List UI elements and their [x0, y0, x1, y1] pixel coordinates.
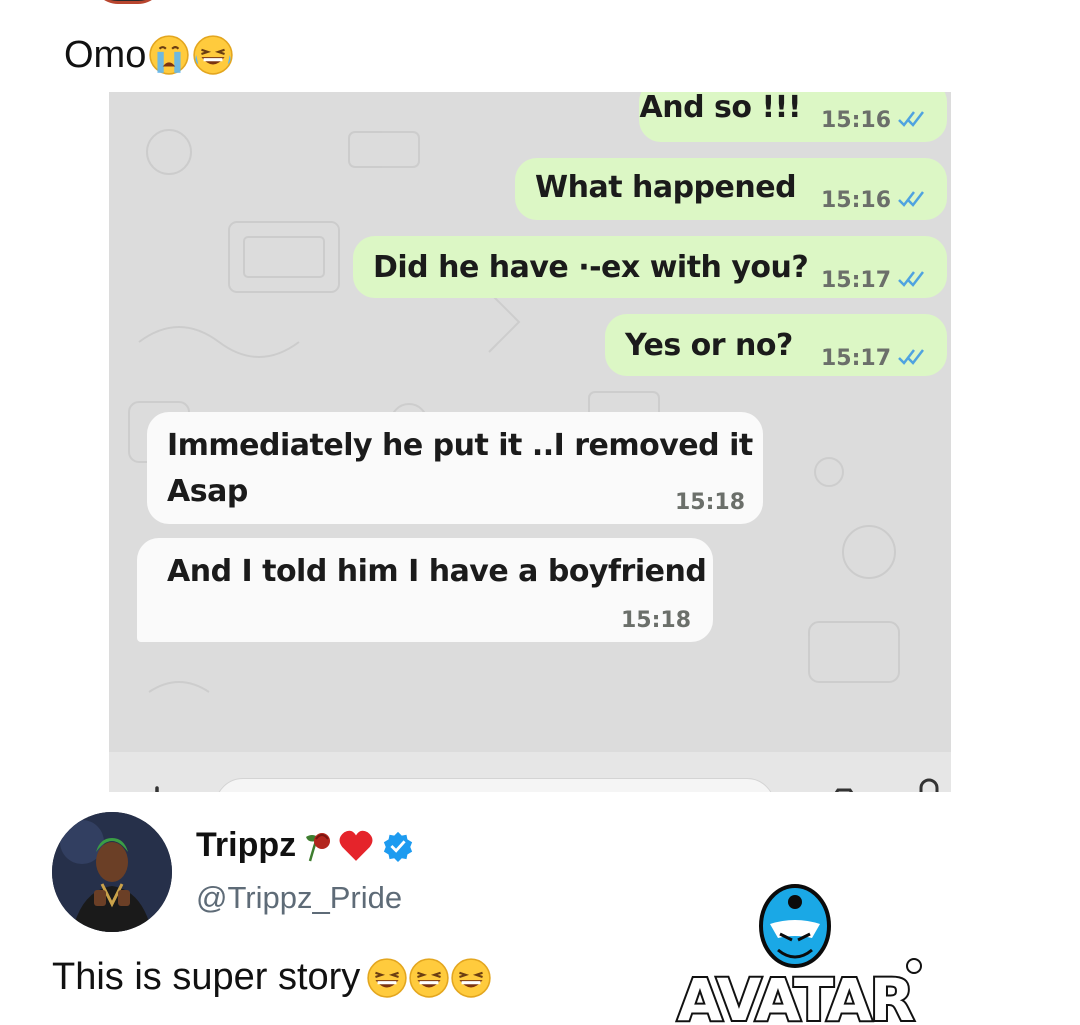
- outgoing-message: Yes or no? 15:17: [605, 314, 947, 376]
- read-ticks-icon: [898, 111, 924, 127]
- laughing-face-icon: [451, 957, 491, 998]
- message-time: 15:16: [821, 188, 892, 213]
- sticker-icon[interactable]: [709, 790, 749, 792]
- message-input-bar: [109, 752, 951, 792]
- outgoing-message: Did he have ·-ex with you? 15:17: [353, 236, 947, 298]
- read-ticks-icon: [898, 349, 924, 365]
- camera-icon[interactable]: [817, 786, 871, 792]
- laughing-face-icon: [367, 957, 407, 998]
- message-text: And I told him I have a boyfriend: [167, 554, 707, 589]
- outgoing-message: What happened 15:16: [515, 158, 947, 220]
- message-text: Yes or no?: [625, 328, 793, 363]
- read-ticks-icon: [898, 271, 924, 287]
- message-time: 15:18: [675, 490, 746, 515]
- incoming-message: Immediately he put it ..I removed it Asa…: [147, 412, 763, 524]
- read-ticks-icon: [898, 191, 924, 207]
- message-text: And so !!!: [639, 92, 802, 125]
- previous-avatar-edge: [92, 0, 164, 4]
- message-text: What happened: [535, 170, 797, 205]
- message-time: 15:16: [821, 108, 892, 133]
- message-text-line-2: Asap: [167, 474, 248, 509]
- wilted-rose-icon: [306, 832, 331, 861]
- reply-handle[interactable]: @Trippz_Pride: [196, 880, 402, 916]
- post-caption: Omo: [64, 32, 234, 78]
- reply-text-content: This is super story: [52, 956, 361, 998]
- crying-face-icon: [149, 35, 190, 75]
- laughing-face-icon: [409, 957, 449, 998]
- caption-emojis: [148, 34, 234, 76]
- watermark-text: AVATAR: [678, 966, 914, 1025]
- message-text-line-1: Immediately he put it ..I removed it: [167, 428, 753, 463]
- message-time: 15:17: [821, 268, 892, 293]
- chat-screenshot: And so !!! 15:16 What happened 15:16 Did…: [109, 92, 951, 792]
- outgoing-message: And so !!! 15:16: [639, 92, 947, 142]
- plus-icon[interactable]: [135, 784, 179, 792]
- reply-display-name[interactable]: Trippz: [196, 826, 414, 865]
- red-heart-icon: [339, 830, 373, 861]
- reply-text: This is super story: [52, 956, 492, 999]
- display-name-text: Trippz: [196, 826, 297, 864]
- caption-text: Omo: [64, 34, 147, 76]
- verified-badge-icon: [383, 831, 413, 862]
- laughing-face-icon: [193, 35, 234, 75]
- reply-avatar[interactable]: [52, 812, 172, 932]
- message-text: Did he have ·-ex with you?: [373, 250, 809, 285]
- profile-photo: [52, 812, 172, 932]
- reply-emojis: [366, 957, 492, 999]
- message-time: 15:17: [821, 346, 892, 371]
- alien-mascot-icon: [759, 884, 831, 968]
- incoming-message: And I told him I have a boyfriend 15:18: [137, 538, 713, 642]
- mic-icon[interactable]: [911, 778, 947, 792]
- message-text-field[interactable]: [215, 778, 775, 792]
- message-time: 15:18: [621, 608, 692, 633]
- avatar-watermark-logo: AVATAR: [676, 884, 922, 1025]
